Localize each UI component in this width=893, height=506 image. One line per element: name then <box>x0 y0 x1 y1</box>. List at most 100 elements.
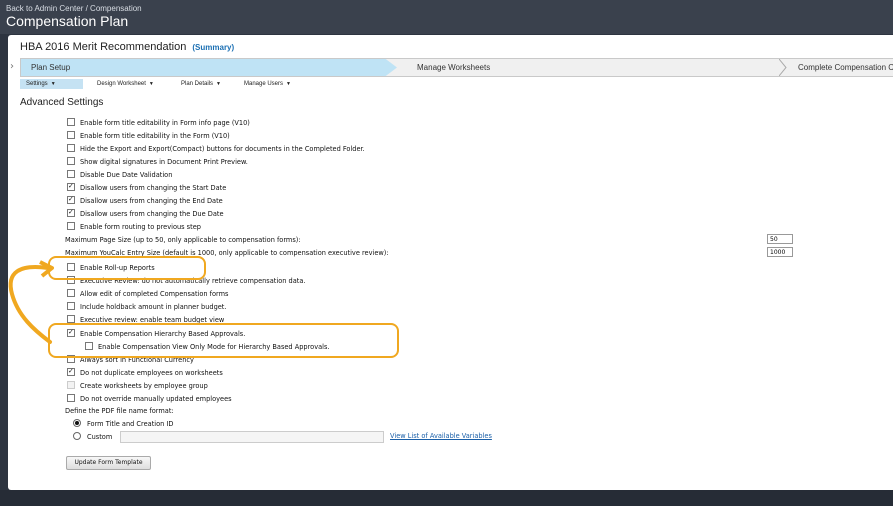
step-plan-setup[interactable]: Plan Setup <box>21 59 397 76</box>
max-youcalc-input[interactable]: 1000 <box>767 247 793 257</box>
sub-tabs: Settings ▼ Design Worksheet ▼ Plan Details… <box>20 79 893 89</box>
radio-label: Custom <box>87 433 113 441</box>
setting-row[interactable]: Enable form title editability in Form in… <box>67 118 250 128</box>
step-complete-compensation-cycle[interactable]: Complete Compensation Cycle <box>786 59 893 76</box>
chevron-left-icon[interactable]: › <box>10 61 14 72</box>
setting-row[interactable]: Always sort in Functional Currency <box>67 355 194 365</box>
setting-row[interactable]: Include holdback amount in planner budge… <box>67 302 227 312</box>
setting-row[interactable]: Enable form title editability in the For… <box>67 131 230 141</box>
setting-label: Enable Roll-up Reports <box>80 264 155 272</box>
setting-row: Create worksheets by employee group <box>67 381 208 391</box>
setting-row[interactable]: Enable form routing to previous step <box>67 222 201 232</box>
checkbox[interactable] <box>67 315 75 323</box>
setting-label: Allow edit of completed Compensation for… <box>80 290 229 298</box>
summary-link[interactable]: (Summary) <box>192 43 234 52</box>
setting-row[interactable]: Disallow users from changing the End Dat… <box>67 194 223 206</box>
bottom-bar <box>0 490 893 506</box>
checkbox[interactable] <box>67 263 75 271</box>
tab-design-worksheet-label: Design Worksheet <box>97 81 146 87</box>
view-variables-link[interactable]: View List of Available Variables <box>390 432 492 440</box>
breadcrumb[interactable]: Back to Admin Center / Compensation <box>6 4 142 13</box>
setting-row[interactable]: Disallow users from changing the Due Dat… <box>67 207 224 219</box>
setting-row[interactable]: Enable Compensation Hierarchy Based Appr… <box>67 327 246 339</box>
setting-label: Always sort in Functional Currency <box>80 356 194 364</box>
setting-row[interactable]: Enable Roll-up Reports <box>67 263 155 273</box>
checkbox-checked[interactable] <box>67 327 75 337</box>
setting-label: Enable Compensation View Only Mode for H… <box>98 343 330 351</box>
checkbox[interactable] <box>85 342 93 350</box>
setting-label: Enable form title editability in the For… <box>80 132 230 140</box>
checkbox-checked[interactable] <box>67 181 75 191</box>
setting-label: Executive Review: do not automatically r… <box>80 277 306 285</box>
tab-settings[interactable]: Settings ▼ <box>20 79 83 89</box>
setting-label: Disallow users from changing the Start D… <box>80 184 227 192</box>
top-header: Back to Admin Center / Compensation Comp… <box>0 0 893 34</box>
pdf-option-custom[interactable]: Custom <box>73 432 112 442</box>
tab-manage-users[interactable]: Manage Users ▼ <box>238 79 308 89</box>
caret-down-icon: ▼ <box>286 81 291 87</box>
setting-row[interactable]: Hide the Export and Export(Compact) butt… <box>67 144 365 154</box>
checkbox-checked[interactable] <box>67 366 75 376</box>
plan-title: HBA 2016 Merit Recommendation (Summary) <box>20 41 234 53</box>
max-page-size-label: Maximum Page Size (up to 50, only applic… <box>65 236 301 244</box>
setting-label: Disable Due Date Validation <box>80 171 173 179</box>
tab-plan-details-label: Plan Details <box>181 81 214 87</box>
setting-label: Include holdback amount in planner budge… <box>80 303 227 311</box>
checkbox[interactable] <box>67 394 75 402</box>
checkbox[interactable] <box>67 170 75 178</box>
tab-design-worksheet[interactable]: Design Worksheet ▼ <box>91 79 171 89</box>
pdf-format-label: Define the PDF file name format: <box>65 407 174 415</box>
tab-plan-details[interactable]: Plan Details ▼ <box>175 79 235 89</box>
setting-row[interactable]: Executive review: enable team budget vie… <box>67 315 224 325</box>
setting-row[interactable]: Disable Due Date Validation <box>67 170 172 180</box>
checkbox[interactable] <box>67 222 75 230</box>
setting-label: Executive review: enable team budget vie… <box>80 316 225 324</box>
checkbox[interactable] <box>67 157 75 165</box>
radio[interactable] <box>73 432 81 440</box>
checkbox[interactable] <box>67 118 75 126</box>
radio-selected[interactable] <box>73 419 81 427</box>
checkbox[interactable] <box>67 355 75 363</box>
checkbox[interactable] <box>67 131 75 139</box>
setting-row[interactable]: Disallow users from changing the Start D… <box>67 181 227 193</box>
main-panel: HBA 2016 Merit Recommendation (Summary) … <box>8 35 893 490</box>
setting-label: Do not duplicate employees on worksheets <box>80 369 223 377</box>
plan-name: HBA 2016 Merit Recommendation <box>20 41 187 53</box>
caret-down-icon: ▼ <box>148 81 154 87</box>
update-form-template-button[interactable]: Update Form Template <box>66 456 151 470</box>
tab-settings-label: Settings <box>26 81 48 87</box>
caret-down-icon: ▼ <box>216 81 221 87</box>
setting-label: Hide the Export and Export(Compact) butt… <box>80 145 365 153</box>
max-youcalc-label: Maximum YouCalc Entry Size (default is 1… <box>65 249 389 257</box>
custom-pdf-name-input[interactable] <box>120 431 384 443</box>
checkbox[interactable] <box>67 302 75 310</box>
checkbox-disabled <box>67 381 75 389</box>
caret-down-icon: ▼ <box>50 81 56 87</box>
tab-manage-users-label: Manage Users <box>244 81 284 87</box>
setting-row[interactable]: Do not duplicate employees on worksheets <box>67 366 223 378</box>
step-progress-bar: › Plan Setup Manage Worksheets Complete … <box>10 58 893 77</box>
setting-label: Enable form routing to previous step <box>80 223 201 231</box>
max-page-size-input[interactable]: 50 <box>767 234 793 244</box>
setting-row-indented[interactable]: Enable Compensation View Only Mode for H… <box>85 342 330 352</box>
setting-row[interactable]: Do not override manually updated employe… <box>67 394 232 404</box>
setting-row[interactable]: Allow edit of completed Compensation for… <box>67 289 228 299</box>
setting-row[interactable]: Executive Review: do not automatically r… <box>67 276 305 286</box>
checkbox-checked[interactable] <box>67 194 75 204</box>
checkbox[interactable] <box>67 144 75 152</box>
setting-label: Show digital signatures in Document Prin… <box>80 158 248 166</box>
checkbox[interactable] <box>67 276 75 284</box>
checkbox-checked[interactable] <box>67 207 75 217</box>
setting-row[interactable]: Show digital signatures in Document Prin… <box>67 157 248 167</box>
setting-label: Disallow users from changing the End Dat… <box>80 197 223 205</box>
page-title: Compensation Plan <box>6 13 129 29</box>
setting-label: Disallow users from changing the Due Dat… <box>80 210 224 218</box>
setting-label: Do not override manually updated employe… <box>80 395 232 403</box>
section-title: Advanced Settings <box>20 97 104 108</box>
pdf-option-form-title[interactable]: Form Title and Creation ID <box>73 419 173 429</box>
setting-label: Create worksheets by employee group <box>80 382 208 390</box>
checkbox[interactable] <box>67 289 75 297</box>
step-manage-worksheets[interactable]: Manage Worksheets <box>409 59 787 76</box>
setting-label: Enable Compensation Hierarchy Based Appr… <box>80 330 246 338</box>
setting-label: Enable form title editability in Form in… <box>80 119 250 127</box>
